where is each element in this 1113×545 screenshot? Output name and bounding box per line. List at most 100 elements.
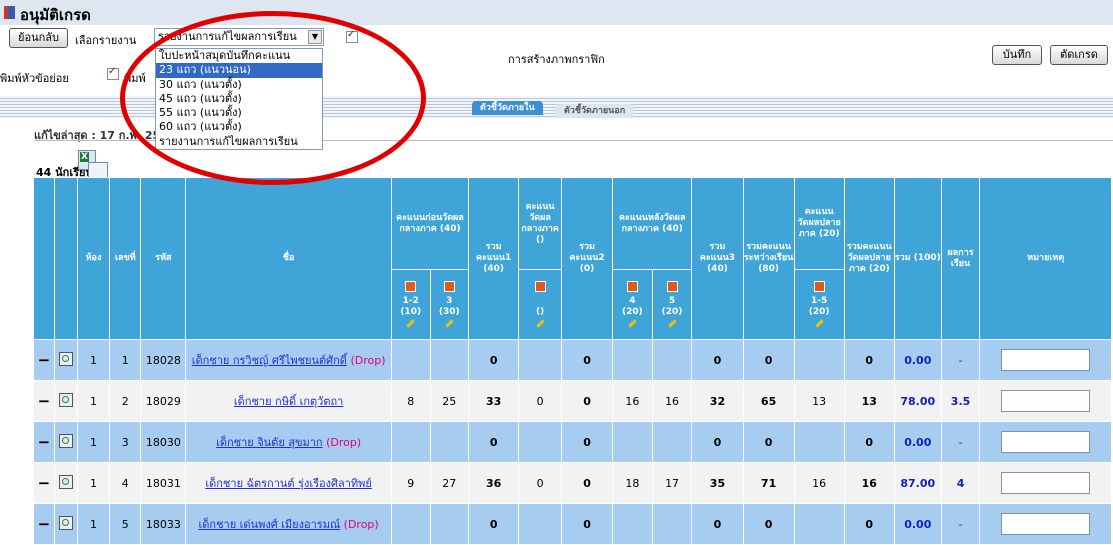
save-button[interactable]: บันทึก (992, 45, 1042, 65)
table-row: −1 1 18028 เด็กชาย กรวิชญ์ ศรีไพชยนต์ศักดิ์… (33, 339, 1112, 381)
collapse-button[interactable]: − (33, 503, 55, 545)
magnifier-icon[interactable] (58, 515, 73, 530)
dropdown-option[interactable]: รายงานการแก้ไขผลการเรียน (156, 135, 322, 149)
edit-score-icon[interactable] (813, 280, 825, 292)
dropdown-option[interactable]: 45 แถว (แนวตั้ง) (156, 92, 322, 106)
edit-score-icon[interactable] (666, 280, 678, 292)
pencil-icon[interactable] (445, 318, 454, 328)
dropdown-option[interactable]: 60 แถว (แนวตั้ง) (156, 120, 322, 134)
student-name-link[interactable]: เด็กชาย ฉัตรกานต์ รุ่งเรืองศิลาทิพย์ (205, 477, 371, 490)
score-cell: 9 (390, 462, 431, 504)
final-score-cell: 13 (793, 380, 845, 422)
score-cell: 17 (651, 462, 693, 504)
sub-col-1-2[interactable]: 1-2 (10) (390, 269, 431, 340)
note-input[interactable] (1001, 349, 1091, 371)
score-cell (429, 339, 470, 381)
col-sum-term-header: รวมคะแนนระหว่างเรียน (80) (742, 177, 795, 340)
view-detail-button[interactable] (53, 421, 78, 463)
mid-score-cell: 0 (518, 462, 562, 504)
student-id-cell: 18031 (140, 462, 187, 504)
student-name-link[interactable]: เด็กชาย เด่นพงศ์ เมียงอารมณ์ (199, 518, 341, 531)
tab-external-indicators[interactable]: ตัวชี้วัดภายนอก (556, 104, 634, 118)
room-cell: 1 (76, 339, 111, 381)
sum-term-cell: 0 (742, 421, 795, 463)
grade-cell: 3.5 (940, 380, 981, 422)
app-icon (4, 6, 15, 19)
tab-internal-indicators[interactable]: ตัวชี้วัดภายใน (472, 101, 543, 115)
sum3-cell: 0 (691, 339, 744, 381)
edit-score-icon[interactable] (626, 280, 638, 292)
col-no-header: เลขที่ (109, 177, 142, 340)
number-cell: 2 (109, 380, 142, 422)
student-name-cell: เด็กชาย กรวิชญ์ ศรีไพชยนต์ศักดิ์ (Drop) (185, 339, 392, 381)
sub-col-5[interactable]: 5 (20) (651, 269, 693, 340)
chevron-down-icon[interactable]: ▼ (308, 30, 322, 44)
note-cell (979, 421, 1112, 463)
sum2-cell: 0 (560, 339, 614, 381)
note-input[interactable] (1001, 390, 1091, 412)
sum2-cell: 0 (560, 421, 614, 463)
number-cell: 1 (109, 339, 142, 381)
collapse-button[interactable]: − (33, 421, 55, 463)
student-name-cell: เด็กชาย เด่นพงศ์ เมียงอารมณ์ (Drop) (185, 503, 392, 545)
sum-term-cell: 0 (742, 503, 795, 545)
student-name-link[interactable]: เด็กชาย กษิดิ์ เกตุวัตถา (234, 395, 343, 408)
note-input[interactable] (1001, 472, 1091, 494)
pencil-icon[interactable] (406, 318, 415, 328)
score-cell (651, 503, 693, 545)
view-detail-button[interactable] (53, 339, 78, 381)
cut-grade-button[interactable]: ตัดเกรด (1050, 45, 1108, 65)
magnifier-icon[interactable] (58, 433, 73, 448)
collapse-button[interactable]: − (33, 462, 55, 504)
col-sum3-header: รวมคะแนน3 (40) (691, 177, 744, 340)
mid-score-cell: 0 (518, 380, 562, 422)
collapse-button[interactable]: − (33, 380, 55, 422)
total-cell: 0.00 (893, 421, 942, 463)
edit-score-icon[interactable] (405, 280, 417, 292)
view-detail-button[interactable] (53, 380, 78, 422)
note-input[interactable] (1001, 431, 1091, 453)
sub-col-4[interactable]: 4 (20) (612, 269, 653, 340)
pencil-icon[interactable] (628, 318, 637, 328)
dropdown-option-selected[interactable]: 23 แถว (แนวนอน) (156, 63, 322, 78)
sum-final-cell: 0 (843, 421, 895, 463)
report-select[interactable]: รายงานการแก้ไขผลการเรียน ▼ (154, 28, 324, 46)
view-detail-button[interactable] (53, 462, 78, 504)
magnifier-icon[interactable] (58, 392, 73, 407)
magnifier-icon[interactable] (58, 351, 73, 366)
sub-col-mid[interactable]: () (518, 269, 562, 340)
pencil-icon[interactable] (814, 318, 824, 328)
back-button[interactable]: ย้อนกลับ (9, 28, 68, 48)
table-row: −1 5 18033 เด็กชาย เด่นพงศ์ เมียงอารมณ์ (Dr… (33, 503, 1112, 545)
student-name-link[interactable]: เด็กชาย กรวิชญ์ ศรีไพชยนต์ศักดิ์ (192, 354, 347, 367)
student-id-cell: 18033 (140, 503, 187, 545)
report-dropdown-list[interactable]: ใบปะหน้าสมุดบันทึกคะแนน 23 แถว (แนวนอน) … (155, 48, 323, 151)
note-input[interactable] (1001, 513, 1091, 535)
sub-col-3[interactable]: 3 (30) (429, 269, 470, 340)
dropdown-option[interactable]: ใบปะหน้าสมุดบันทึกคะแนน (156, 49, 322, 63)
dropdown-option[interactable]: 55 แถว (แนวตั้ง) (156, 106, 322, 120)
pencil-icon[interactable] (667, 318, 677, 328)
col-name-header[interactable]: ชื่อ (185, 177, 392, 340)
final-score-cell: 16 (793, 462, 845, 504)
graphic-checkbox[interactable] (346, 29, 358, 43)
student-name-link[interactable]: เด็กชาย จินตัย สุขมาก (216, 436, 323, 449)
grade-cell: - (940, 421, 981, 463)
view-detail-button[interactable] (53, 503, 78, 545)
sub-col-final[interactable]: 1-5 (20) (793, 269, 845, 340)
table-row: −1 3 18030 เด็กชาย จินตัย สุขมาก (Drop) 0 0 0 0… (33, 421, 1112, 463)
print-header-checkbox[interactable] (107, 66, 119, 80)
table-row: −1 4 18031 เด็กชาย ฉัตรกานต์ รุ่งเรืองศิลาท… (33, 462, 1112, 504)
sum-final-cell: 13 (843, 380, 895, 422)
collapse-button[interactable]: − (33, 339, 55, 381)
col-minus-header (33, 177, 55, 340)
pencil-icon[interactable] (535, 318, 545, 328)
note-cell (979, 462, 1112, 504)
score-cell: 16 (612, 380, 653, 422)
edit-score-icon[interactable] (443, 280, 455, 292)
magnifier-icon[interactable] (58, 474, 73, 489)
mid-score-cell (518, 421, 562, 463)
sum1-cell: 0 (468, 339, 520, 381)
dropdown-option[interactable]: 30 แถว (แนวตั้ง) (156, 78, 322, 92)
edit-score-icon[interactable] (534, 280, 546, 292)
